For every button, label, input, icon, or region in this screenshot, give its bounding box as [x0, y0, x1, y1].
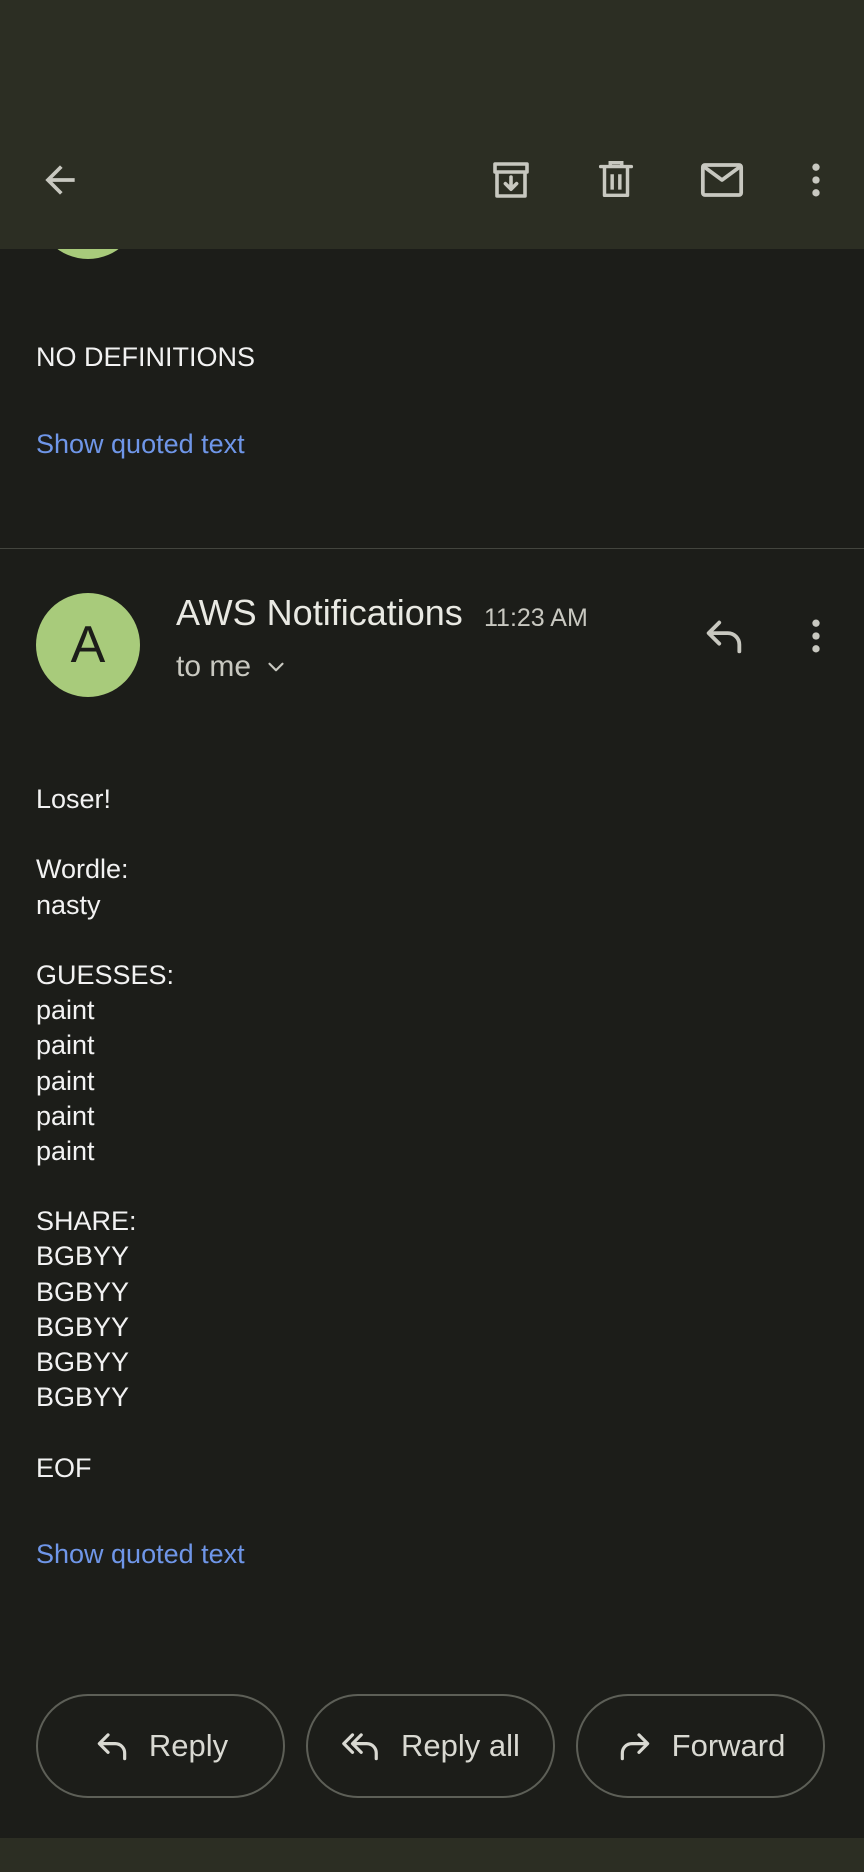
message-line: SHARE:: [36, 1206, 137, 1237]
message-line: EOF: [36, 1452, 92, 1483]
reply-button-label: Reply: [148, 1728, 229, 1763]
reply-all-icon: [342, 1733, 378, 1761]
reply-icon: [97, 1733, 127, 1761]
reply-button[interactable]: Reply: [36, 1694, 285, 1798]
sender-avatar[interactable]: A: [36, 593, 140, 697]
message-body: Loser! Wordle: nasty GUESSES: paint paint pain…: [36, 782, 174, 1486]
message-line: paint: [36, 1135, 95, 1166]
previous-message-body: NO DEFINITIONS: [36, 342, 256, 372]
show-quoted-text-link[interactable]: Show quoted text: [36, 429, 245, 460]
message-line: BGBYY: [36, 1382, 130, 1413]
recipient-label: to me: [176, 650, 252, 683]
message-line: BGBYY: [36, 1276, 130, 1307]
forward-button-label: Forward: [671, 1728, 786, 1763]
reply-icon-button[interactable]: [694, 606, 754, 666]
message-line: BGBYY: [36, 1241, 130, 1272]
message-line: GUESSES:: [36, 959, 175, 990]
reply-icon: [706, 620, 742, 654]
top-app-bar: [0, 0, 864, 249]
sender-name: AWS Notifications: [176, 592, 463, 633]
delete-button[interactable]: [586, 150, 646, 210]
message-line: paint: [36, 1100, 95, 1131]
more-options-button[interactable]: [786, 150, 846, 210]
chevron-down-icon: [268, 662, 284, 672]
message-line: paint: [36, 1030, 95, 1061]
archive-button[interactable]: [481, 150, 541, 210]
message-line: paint: [36, 1065, 95, 1096]
more-vert-icon: [812, 619, 820, 653]
recipient-details-toggle[interactable]: to me: [176, 650, 289, 684]
show-quoted-text-link[interactable]: Show quoted text: [36, 1539, 245, 1570]
forward-icon: [620, 1733, 649, 1761]
message-line: paint: [36, 995, 95, 1026]
message-more-options-button[interactable]: [786, 606, 846, 666]
arrow-left-icon: [45, 165, 75, 195]
forward-button[interactable]: Forward: [576, 1694, 825, 1798]
mail-icon: [700, 163, 744, 197]
back-button[interactable]: [30, 150, 90, 210]
more-vert-icon: [812, 163, 820, 197]
trash-icon: [598, 161, 634, 198]
message-line: nasty: [36, 889, 101, 920]
message-line: BGBYY: [36, 1311, 130, 1342]
navigation-bar: [0, 1838, 864, 1872]
mark-unread-button[interactable]: [692, 150, 752, 210]
message-divider: [0, 548, 864, 549]
reply-all-button[interactable]: Reply all: [306, 1694, 555, 1798]
message-line: Loser!: [36, 784, 112, 814]
message-line: Wordle:: [36, 854, 129, 885]
message-line: BGBYY: [36, 1347, 130, 1377]
archive-icon: [493, 162, 529, 198]
reply-all-button-label: Reply all: [401, 1728, 520, 1763]
message-time: 11:23 AM: [484, 604, 588, 632]
